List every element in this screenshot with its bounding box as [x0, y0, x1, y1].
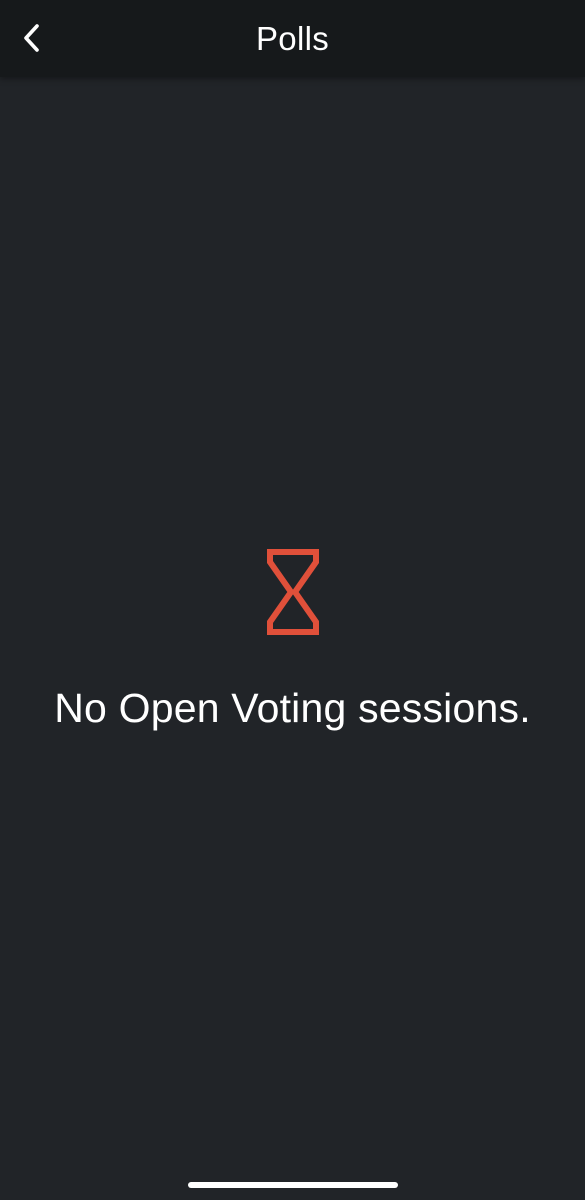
- empty-state: No Open Voting sessions.: [0, 548, 585, 732]
- hourglass-icon: [266, 549, 319, 635]
- polls-screen: Polls No Open Voting sessions.: [0, 0, 585, 1200]
- navigation-bar: Polls: [0, 0, 585, 77]
- empty-state-message: No Open Voting sessions.: [54, 685, 531, 731]
- page-title: Polls: [255, 20, 330, 57]
- home-indicator[interactable]: [188, 1182, 398, 1188]
